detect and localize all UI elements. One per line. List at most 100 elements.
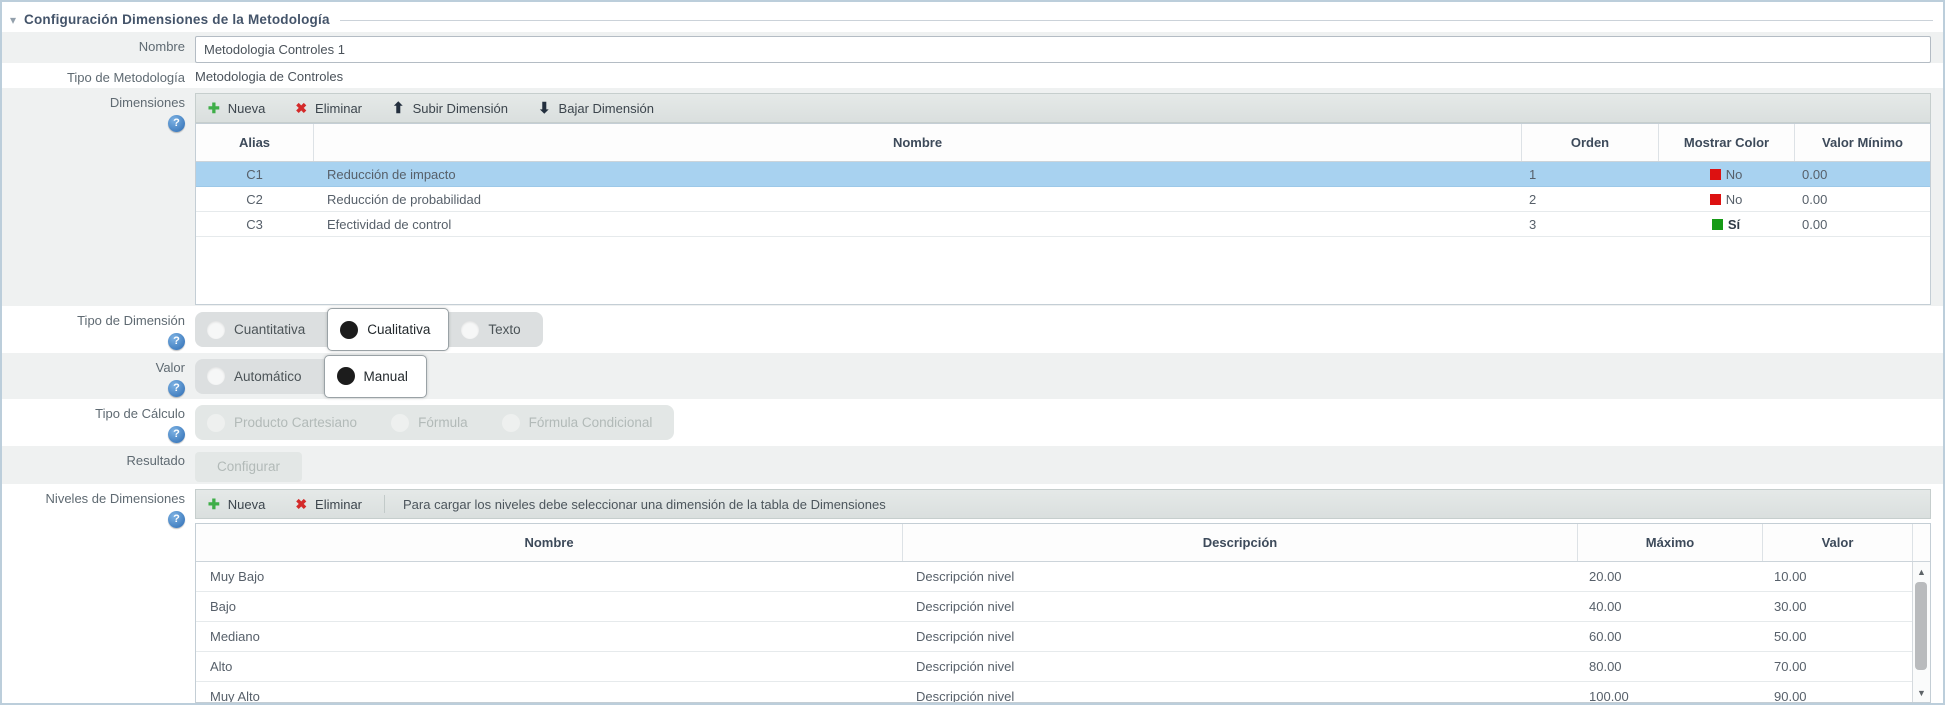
table-row[interactable]: C1Reducción de impacto1No0.00 bbox=[196, 162, 1930, 187]
niveles-toolbar: ✚ Nueva ✖ Eliminar Para cargar los nivel… bbox=[195, 489, 1931, 519]
valor-label: Valor ? bbox=[2, 353, 195, 399]
cell-maximo: 100.00 bbox=[1577, 689, 1762, 703]
table-row[interactable]: BajoDescripción nivel40.0030.00 bbox=[196, 592, 1930, 622]
table-row[interactable]: C3Efectividad de control3Sí0.00 bbox=[196, 212, 1930, 237]
cell-descripcion: Descripción nivel bbox=[902, 659, 1577, 674]
radio-cualitativa[interactable]: Cualitativa bbox=[327, 308, 449, 351]
cell-valor-minimo: 0.00 bbox=[1794, 217, 1930, 232]
tipo-dimension-radio-group: CuantitativaCualitativaTexto bbox=[195, 312, 543, 347]
cell-maximo: 60.00 bbox=[1577, 629, 1762, 644]
config-panel: ▾ Configuración Dimensiones de la Metodo… bbox=[0, 0, 1945, 705]
radio-dot-icon bbox=[340, 321, 358, 339]
radio-manual[interactable]: Manual bbox=[324, 355, 427, 398]
cell-nombre: Reducción de impacto bbox=[313, 167, 1521, 182]
row-tipo-calculo: Tipo de Cálculo ? Producto CartesianoFór… bbox=[2, 399, 1943, 445]
cell-orden: 3 bbox=[1521, 217, 1658, 232]
table-row[interactable]: MedianoDescripción nivel60.0050.00 bbox=[196, 622, 1930, 652]
niveles-table-header: Nombre Descripción Máximo Valor bbox=[196, 524, 1930, 562]
row-dimensiones: Dimensiones ? ✚ Nueva ✖ Eliminar ⬆ Subir… bbox=[2, 88, 1943, 306]
help-icon[interactable]: ? bbox=[168, 115, 185, 132]
nombre-input[interactable] bbox=[195, 36, 1931, 63]
scroll-down-icon[interactable]: ▼ bbox=[1913, 688, 1930, 698]
cell-nombre: Mediano bbox=[196, 629, 902, 644]
cell-maximo: 40.00 bbox=[1577, 599, 1762, 614]
help-icon[interactable]: ? bbox=[168, 426, 185, 443]
radio-dot-icon bbox=[461, 321, 479, 339]
eliminar-nivel-button[interactable]: ✖ Eliminar bbox=[295, 497, 362, 512]
plus-icon: ✚ bbox=[208, 497, 220, 511]
cell-descripcion: Descripción nivel bbox=[902, 629, 1577, 644]
plus-icon: ✚ bbox=[208, 101, 220, 115]
cell-nombre: Bajo bbox=[196, 599, 902, 614]
tipo-metodologia-label: Tipo de Metodología bbox=[2, 63, 195, 89]
cell-valor-minimo: 0.00 bbox=[1794, 167, 1930, 182]
arrow-down-icon: ⬇ bbox=[538, 101, 551, 116]
delete-x-icon: ✖ bbox=[295, 497, 307, 511]
radio-cuantitativa[interactable]: Cuantitativa bbox=[195, 312, 327, 347]
subir-dimension-button[interactable]: ⬆ Subir Dimensión bbox=[392, 101, 508, 116]
table-row[interactable]: AltoDescripción nivel80.0070.00 bbox=[196, 652, 1930, 682]
cell-maximo: 20.00 bbox=[1577, 569, 1762, 584]
scrollbar-thumb[interactable] bbox=[1915, 582, 1927, 670]
dimensiones-table: Alias Nombre Orden Mostrar Color Valor M… bbox=[195, 123, 1931, 305]
cell-nombre: Alto bbox=[196, 659, 902, 674]
column-header-nombre: Nombre bbox=[196, 524, 902, 561]
cell-alias: C3 bbox=[196, 217, 313, 232]
valor-radio-group: AutomáticoManual bbox=[195, 359, 427, 394]
cell-mostrar-color: Sí bbox=[1658, 217, 1794, 232]
scrollbar[interactable]: ▲ ▼ bbox=[1912, 562, 1930, 702]
nueva-dimension-button[interactable]: ✚ Nueva bbox=[208, 101, 265, 116]
table-row[interactable]: Muy AltoDescripción nivel100.0090.00 bbox=[196, 682, 1930, 703]
color-swatch-icon bbox=[1710, 194, 1721, 205]
dimensiones-toolbar: ✚ Nueva ✖ Eliminar ⬆ Subir Dimensión ⬇ B… bbox=[195, 93, 1931, 123]
column-header-mostrar-color: Mostrar Color bbox=[1658, 124, 1794, 161]
bajar-dimension-button[interactable]: ⬇ Bajar Dimensión bbox=[538, 101, 654, 116]
table-row[interactable]: Muy BajoDescripción nivel20.0010.00 bbox=[196, 562, 1930, 592]
row-tipo-metodologia: Tipo de Metodología Metodologia de Contr… bbox=[2, 63, 1943, 89]
cell-valor-minimo: 0.00 bbox=[1794, 192, 1930, 207]
eliminar-dimension-button[interactable]: ✖ Eliminar bbox=[295, 101, 362, 116]
scroll-up-icon[interactable]: ▲ bbox=[1913, 567, 1930, 577]
panel-title: Configuración Dimensiones de la Metodolo… bbox=[24, 12, 330, 27]
dimensiones-label: Dimensiones ? bbox=[2, 88, 195, 306]
nueva-nivel-button[interactable]: ✚ Nueva bbox=[208, 497, 265, 512]
radio-automatico[interactable]: Automático bbox=[195, 359, 324, 394]
resultado-label: Resultado bbox=[2, 446, 195, 484]
help-icon[interactable]: ? bbox=[168, 511, 185, 528]
cell-nombre: Muy Alto bbox=[196, 689, 902, 703]
cell-descripcion: Descripción nivel bbox=[902, 599, 1577, 614]
radio-dot-icon bbox=[207, 414, 225, 432]
radio-dot-icon bbox=[207, 367, 225, 385]
column-header-valor-minimo: Valor Mínimo bbox=[1794, 124, 1930, 161]
cell-alias: C2 bbox=[196, 192, 313, 207]
collapse-caret-icon[interactable]: ▾ bbox=[10, 14, 16, 26]
delete-x-icon: ✖ bbox=[295, 101, 307, 115]
help-icon[interactable]: ? bbox=[168, 333, 185, 350]
cell-maximo: 80.00 bbox=[1577, 659, 1762, 674]
radio-dot-icon bbox=[337, 367, 355, 385]
cell-valor: 50.00 bbox=[1762, 629, 1912, 644]
cell-orden: 1 bbox=[1521, 167, 1658, 182]
radio-texto[interactable]: Texto bbox=[449, 312, 542, 347]
cell-nombre: Reducción de probabilidad bbox=[313, 192, 1521, 207]
cell-valor: 30.00 bbox=[1762, 599, 1912, 614]
cell-nombre: Efectividad de control bbox=[313, 217, 1521, 232]
radio-producto-cartesiano: Producto Cartesiano bbox=[195, 405, 379, 440]
tipo-calculo-label: Tipo de Cálculo ? bbox=[2, 399, 195, 445]
column-header-nombre: Nombre bbox=[313, 124, 1521, 161]
radio-dot-icon bbox=[502, 414, 520, 432]
radio-dot-icon bbox=[391, 414, 409, 432]
niveles-hint-text: Para cargar los niveles debe seleccionar… bbox=[403, 497, 886, 512]
help-icon[interactable]: ? bbox=[168, 380, 185, 397]
cell-descripcion: Descripción nivel bbox=[902, 689, 1577, 703]
toolbar-separator bbox=[384, 495, 385, 513]
color-swatch-icon bbox=[1710, 169, 1721, 180]
radio-formula: Fórmula bbox=[379, 405, 490, 440]
cell-orden: 2 bbox=[1521, 192, 1658, 207]
row-tipo-dimension: Tipo de Dimensión ? CuantitativaCualitat… bbox=[2, 306, 1943, 352]
table-row[interactable]: C2Reducción de probabilidad2No0.00 bbox=[196, 187, 1930, 212]
tipo-metodologia-value: Metodologia de Controles bbox=[195, 67, 1931, 84]
cell-valor: 90.00 bbox=[1762, 689, 1912, 703]
niveles-table: Nombre Descripción Máximo Valor Muy Bajo… bbox=[195, 523, 1931, 703]
arrow-up-icon: ⬆ bbox=[392, 101, 405, 116]
